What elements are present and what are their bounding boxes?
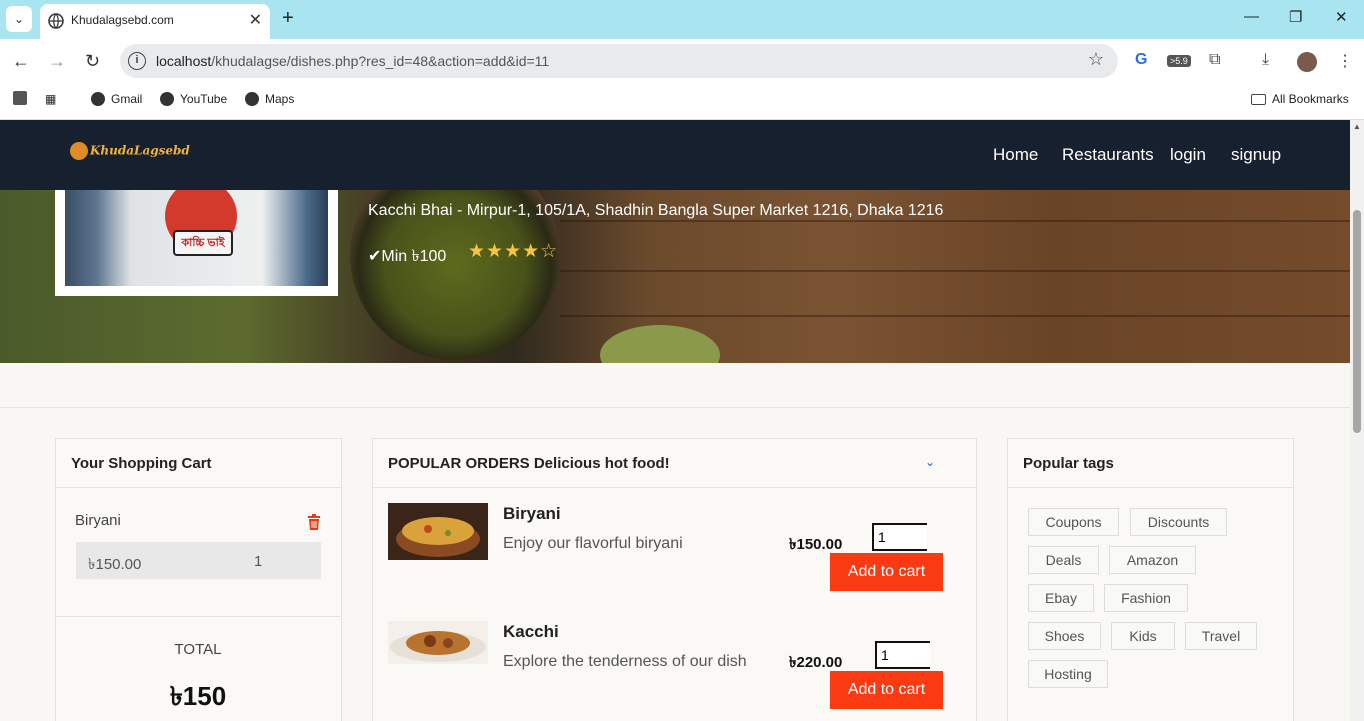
back-icon[interactable]: ← [12,51,30,72]
cart-item-name: Biryani [75,512,121,529]
dish-image-biryani [388,503,488,560]
wood-plank-line [560,220,1350,222]
wood-plank-line [560,270,1350,272]
tag-travel[interactable]: Travel [1185,622,1257,650]
star-full-icon: ★★★★ [468,241,541,262]
site-info-icon[interactable]: i [128,52,146,70]
bookmark-star-icon[interactable]: ☆ [1088,49,1104,70]
globe-icon [245,92,259,106]
extensions-puzzle-icon[interactable]: ⧉ [1209,51,1220,69]
bookmarks-bar: ▦ Gmail YouTube Maps All Bookmarks [0,85,1364,120]
url-text[interactable]: localhost/khudalagse/dishes.php?res_id=4… [156,53,549,69]
address-bar[interactable]: i localhost/khudalagse/dishes.php?res_id… [120,44,1118,78]
globe-icon [160,92,174,106]
browser-tab[interactable]: Khudalagsebd.com ✕ [40,4,270,39]
tag-coupons[interactable]: Coupons [1028,508,1119,536]
page-scrollbar[interactable]: ▲ [1350,120,1364,721]
dish-name: Kacchi [503,622,559,641]
cart-header: Your Shopping Cart [56,439,341,488]
tag-ebay[interactable]: Ebay [1028,584,1094,612]
reload-icon[interactable]: ↻ [85,51,100,72]
more-menu-icon[interactable]: ⋮ [1337,51,1353,71]
tag-discounts[interactable]: Discounts [1130,508,1227,536]
tab-groups-icon[interactable] [13,91,27,105]
nav-signup[interactable]: signup [1231,145,1281,165]
dish-description: Enjoy our flavorful biryani [503,535,683,552]
nav-login[interactable]: login [1170,145,1206,165]
site-logo[interactable]: KhudaLagsebd [70,142,190,160]
rating-stars: ★★★★☆ [468,240,558,263]
extension-badge[interactable]: >5.9 [1167,55,1191,67]
restaurant-sign: কাচ্চি ভাই [173,230,233,256]
scroll-up-icon[interactable]: ▲ [1353,122,1361,131]
browser-tab-bar: ⌄ Khudalagsebd.com ✕ + — ❐ ✕ [0,0,1364,39]
tags-header: Popular tags [1008,439,1293,488]
tag-hosting[interactable]: Hosting [1028,660,1108,688]
nav-home[interactable]: Home [993,145,1038,165]
translate-icon[interactable]: G [1135,51,1147,69]
folder-icon [1251,93,1266,105]
nav-restaurants[interactable]: Restaurants [1062,145,1154,165]
profile-avatar[interactable] [1297,52,1317,72]
add-to-cart-button[interactable]: Add to cart [830,553,943,591]
cart-separator [56,616,340,617]
quantity-input[interactable] [872,523,927,551]
star-empty-icon: ☆ [540,241,559,262]
cart-item-price: ৳150.00 [76,542,238,579]
tag-fashion[interactable]: Fashion [1104,584,1188,612]
check-icon: ✔ [368,248,382,265]
maximize-icon[interactable]: ❐ [1289,8,1302,26]
apps-grid-icon[interactable]: ▦ [45,92,56,106]
dish-description: Explore the tenderness of our dish [503,653,747,670]
orders-header[interactable]: POPULAR ORDERS Delicious hot food! [373,439,976,488]
tags-title: Popular tags [1023,455,1114,472]
restaurant-image: কাচ্চি ভাই [65,190,328,286]
min-order: ✔Min ৳100 [368,248,447,265]
restaurant-address: Kacchi Bhai - Mirpur-1, 105/1A, Shadhin … [368,202,944,219]
trash-icon[interactable] [307,514,321,530]
orders-title: POPULAR ORDERS Delicious hot food! [388,455,670,472]
tag-amazon[interactable]: Amazon [1109,546,1196,574]
add-to-cart-button[interactable]: Add to cart [830,671,943,709]
tag-deals[interactable]: Deals [1028,546,1099,574]
quantity-input[interactable] [875,641,930,669]
globe-icon [48,13,64,29]
bookmark-maps[interactable]: Maps [245,92,294,106]
globe-icon [91,92,105,106]
cart-title: Your Shopping Cart [71,455,212,472]
dish-image-kacchi [388,621,488,664]
tag-kids[interactable]: Kids [1111,622,1175,650]
window-close-icon[interactable]: ✕ [1335,8,1348,26]
bookmark-youtube[interactable]: YouTube [160,92,227,106]
download-icon[interactable]: ⤓ [1262,51,1269,69]
section-divider [0,407,1350,408]
wood-plank-line [560,315,1350,317]
new-tab-icon[interactable]: + [282,7,294,30]
chef-logo-icon [70,142,88,160]
all-bookmarks[interactable]: All Bookmarks [1251,92,1349,106]
browser-toolbar: ← → ↻ i localhost/khudalagse/dishes.php?… [0,39,1364,85]
bookmark-gmail[interactable]: Gmail [91,92,142,106]
tab-title: Khudalagsebd.com [71,13,174,27]
cart-item-qty[interactable]: 1 [238,542,321,579]
dish-name: Biryani [503,504,561,523]
site-navbar: KhudaLagsebd Home Restaurants login sign… [0,120,1350,190]
tab-search-chevron-icon[interactable]: ⌄ [6,6,32,32]
tag-shoes[interactable]: Shoes [1028,622,1101,650]
tab-close-icon[interactable]: ✕ [249,10,262,30]
forward-icon[interactable]: → [48,51,66,72]
chevron-down-icon[interactable]: ⌄ [925,455,935,469]
scrollbar-thumb[interactable] [1353,210,1361,433]
hero-spice-decoration [600,325,720,363]
total-value: ৳150 [169,681,227,711]
total-label: TOTAL [174,641,222,658]
minimize-icon[interactable]: — [1244,8,1259,25]
